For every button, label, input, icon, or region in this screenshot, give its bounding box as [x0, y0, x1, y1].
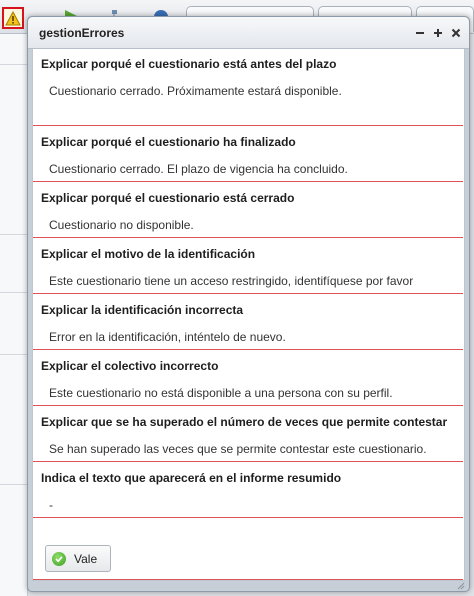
minimize-icon — [415, 31, 424, 34]
section-title: Explicar la identificación incorrecta — [41, 303, 244, 317]
footer-separator — [33, 579, 463, 580]
warning-tool-button[interactable] — [2, 7, 24, 29]
section-title: Explicar porqué el cuestionario está cer… — [41, 191, 295, 205]
section-text[interactable]: Cuestionario cerrado. El plazo de vigenc… — [49, 162, 348, 176]
plus-icon — [433, 28, 442, 37]
error-section: Explicar el colectivo incorrecto Este cu… — [33, 351, 463, 406]
section-text[interactable]: Cuestionario no disponible. — [49, 218, 194, 232]
section-title: Explicar porqué el cuestionario ha final… — [41, 135, 296, 149]
maximize-button[interactable] — [430, 25, 445, 40]
error-section: Explicar el motivo de la identificación … — [33, 239, 463, 294]
vale-button-label: Vale — [74, 551, 98, 566]
section-text[interactable]: Este cuestionario no está disponible a u… — [49, 386, 393, 400]
error-section: Explicar que se ha superado el número de… — [33, 407, 463, 462]
section-text[interactable]: - — [49, 498, 53, 512]
window-buttons — [412, 25, 463, 40]
dialog-header[interactable]: gestionErrores — [28, 17, 469, 49]
background-left-panel — [0, 34, 28, 596]
vale-button[interactable]: Vale — [45, 545, 111, 572]
dialog-title: gestionErrores — [39, 26, 125, 40]
section-text[interactable]: Error en la identificación, inténtelo de… — [49, 330, 286, 344]
resize-grip[interactable] — [455, 577, 465, 590]
section-title: Explicar el motivo de la identificación — [41, 247, 256, 261]
resize-grip-icon — [457, 582, 465, 590]
minimize-button[interactable] — [412, 25, 427, 40]
section-title: Explicar el colectivo incorrecto — [41, 359, 219, 373]
gestion-errores-dialog: gestionErrores Explicar porqué el cuesti… — [27, 16, 470, 592]
error-section: Indica el texto que aparecerá en el info… — [33, 463, 463, 518]
error-section: Explicar porqué el cuestionario está ant… — [33, 49, 463, 126]
check-circle-icon — [52, 551, 66, 566]
section-text[interactable]: Se han superado las veces que se permite… — [49, 442, 427, 456]
error-section: Explicar la identificación incorrecta Er… — [33, 295, 463, 350]
close-button[interactable] — [448, 25, 463, 40]
warning-icon — [5, 10, 21, 25]
dialog-body: Explicar porqué el cuestionario está ant… — [32, 49, 465, 581]
section-text[interactable]: Cuestionario cerrado. Próximamente estar… — [49, 84, 342, 98]
close-icon — [451, 28, 460, 37]
section-title: Indica el texto que aparecerá en el info… — [41, 471, 342, 485]
error-section: Explicar porqué el cuestionario está cer… — [33, 183, 463, 238]
section-title: Explicar que se ha superado el número de… — [41, 415, 448, 429]
section-text[interactable]: Este cuestionario tiene un acceso restri… — [49, 274, 413, 288]
section-title: Explicar porqué el cuestionario está ant… — [41, 57, 337, 71]
error-section: Explicar porqué el cuestionario ha final… — [33, 127, 463, 182]
